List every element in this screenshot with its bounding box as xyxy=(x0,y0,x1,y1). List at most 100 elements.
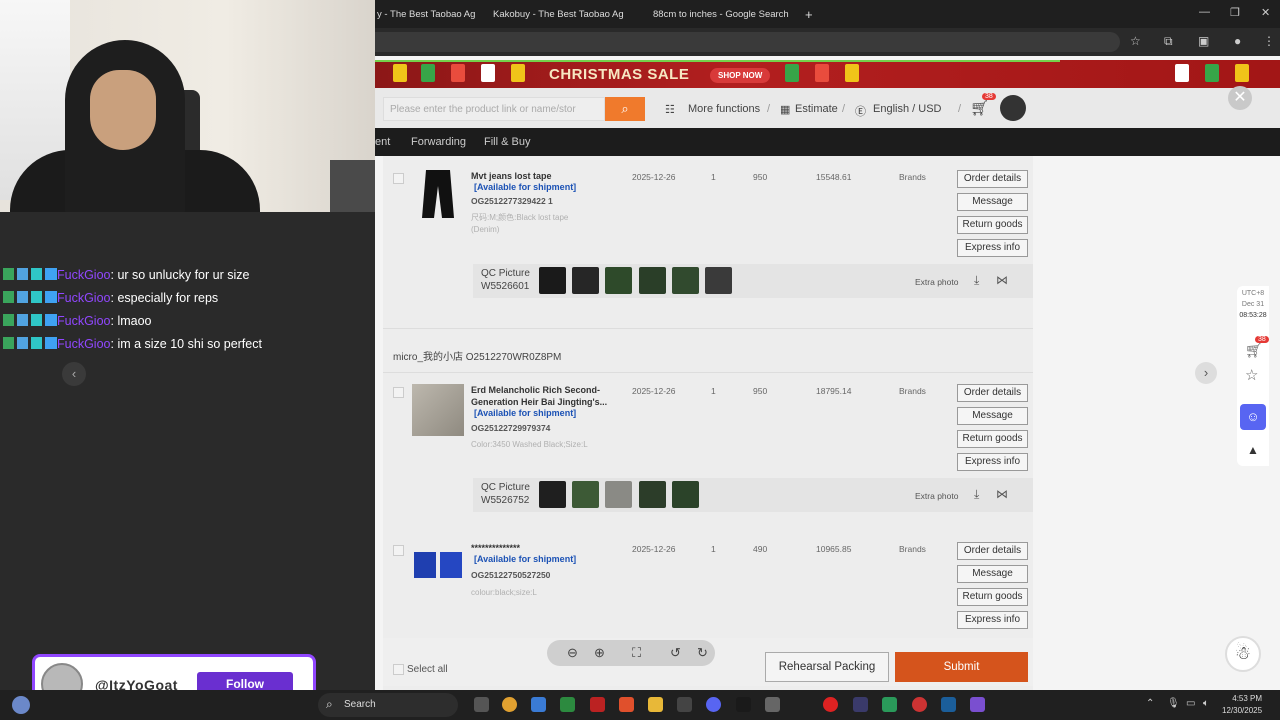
discord-icon[interactable]: ☺ xyxy=(1240,404,1266,430)
express-info-button[interactable]: Express info xyxy=(957,239,1028,257)
close-tab-icon[interactable]: ✕ xyxy=(633,8,634,21)
support-chat-santa-icon[interactable]: ☃ xyxy=(1225,636,1261,672)
taskbar-clock[interactable]: 4:53 PM 12/30/2025 xyxy=(1222,693,1262,717)
product-name[interactable]: Mvt jeans lost tape xyxy=(471,170,611,182)
network-icon[interactable]: ▭ xyxy=(1186,698,1195,709)
carousel-prev-icon[interactable]: ‹ xyxy=(62,362,86,386)
app-icon[interactable] xyxy=(970,697,985,712)
qc-photo[interactable] xyxy=(672,267,699,294)
product-name[interactable]: Erd Melancholic Rich Second-Generation H… xyxy=(471,384,611,408)
language-selector[interactable]: English / USD xyxy=(873,103,941,115)
weather-icon[interactable] xyxy=(12,696,30,714)
category-item[interactable]: ent xyxy=(375,136,390,148)
qc-photo[interactable] xyxy=(605,481,632,508)
sidepanel-icon[interactable]: ▣ xyxy=(1198,34,1209,48)
estimate-link[interactable]: Estimate xyxy=(795,103,838,115)
order-details-button[interactable]: Order details xyxy=(957,542,1028,560)
rehearsal-packing-button[interactable]: Rehearsal Packing xyxy=(765,652,889,682)
more-functions-link[interactable]: More functions xyxy=(688,103,760,115)
qc-photo[interactable] xyxy=(639,481,666,508)
share-icon[interactable]: ⋈ xyxy=(996,273,1008,287)
submit-button[interactable]: Submit xyxy=(895,652,1028,682)
return-goods-button[interactable]: Return goods xyxy=(957,216,1028,234)
app-icon[interactable] xyxy=(590,697,605,712)
qc-photo[interactable] xyxy=(672,481,699,508)
opera-icon[interactable] xyxy=(823,697,838,712)
rotate-right-icon[interactable]: ↻ xyxy=(697,645,708,661)
express-info-button[interactable]: Express info xyxy=(957,453,1028,471)
tray-chevron-icon[interactable]: ⌃ xyxy=(1146,698,1154,709)
browser-tab[interactable]: 88cm to inches - Google Search✕ xyxy=(648,4,794,24)
file-explorer-icon[interactable] xyxy=(648,697,663,712)
search-button[interactable]: ⌕ xyxy=(605,97,645,121)
download-icon[interactable]: ⤓ xyxy=(974,273,979,288)
bookmark-star-icon[interactable]: ☆ xyxy=(1130,34,1141,48)
qc-photo[interactable] xyxy=(539,267,566,294)
category-item[interactable]: Forwarding xyxy=(411,136,466,148)
steam-icon[interactable] xyxy=(941,697,956,712)
return-goods-button[interactable]: Return goods xyxy=(957,588,1028,606)
copilot-icon[interactable] xyxy=(531,697,546,712)
order-checkbox[interactable] xyxy=(393,545,404,556)
url-field[interactable] xyxy=(375,32,1120,52)
user-avatar[interactable] xyxy=(1000,95,1026,121)
browser-tab[interactable]: Kakobuy - The Best Taobao Ag✕ xyxy=(488,4,634,24)
app-icon[interactable] xyxy=(912,697,927,712)
qc-photo[interactable] xyxy=(705,267,732,294)
zoom-in-icon[interactable]: ⊕ xyxy=(594,645,605,661)
scroll-top-icon[interactable]: ▲ xyxy=(1240,438,1266,462)
microphone-icon[interactable]: 🎙︎ xyxy=(1167,698,1180,709)
task-view-icon[interactable] xyxy=(474,697,489,712)
menu-kebab-icon[interactable]: ⋮ xyxy=(1263,34,1275,48)
restore-icon[interactable]: ❐ xyxy=(1230,6,1240,19)
shop-now-button[interactable]: SHOP NOW xyxy=(710,68,771,83)
express-info-button[interactable]: Express info xyxy=(957,611,1028,629)
message-button[interactable]: Message xyxy=(957,407,1028,425)
discord-taskbar-icon[interactable] xyxy=(706,697,721,712)
xbox-icon[interactable] xyxy=(560,697,575,712)
chrome-icon[interactable] xyxy=(502,697,517,712)
sidebar-cart-icon[interactable]: 🛒︎ xyxy=(1245,342,1263,359)
category-item[interactable]: Fill & Buy xyxy=(484,136,530,148)
carousel-next-icon[interactable]: › xyxy=(1195,362,1217,384)
app-icon[interactable] xyxy=(765,697,780,712)
taskbar-search[interactable]: Search xyxy=(318,693,458,717)
qc-photo[interactable] xyxy=(572,267,599,294)
close-icon[interactable]: ✕ xyxy=(1228,86,1252,110)
favorites-star-icon[interactable]: ☆ xyxy=(1245,366,1258,384)
product-search-input[interactable]: Please enter the product link or name/st… xyxy=(383,97,605,121)
order-checkbox[interactable] xyxy=(393,387,404,398)
message-button[interactable]: Message xyxy=(957,193,1028,211)
select-all-checkbox[interactable] xyxy=(393,664,404,675)
order-details-button[interactable]: Order details xyxy=(957,170,1028,188)
fullscreen-icon[interactable]: ⛶ xyxy=(632,645,641,661)
profile-icon[interactable]: ● xyxy=(1234,34,1241,48)
christmas-banner[interactable]: CHRISTMAS SALE SHOP NOW xyxy=(375,60,1280,88)
extensions-icon[interactable]: ⧉ xyxy=(1164,34,1173,49)
order-checkbox[interactable] xyxy=(393,173,404,184)
qc-photo[interactable] xyxy=(572,481,599,508)
share-icon[interactable]: ⋈ xyxy=(996,487,1008,501)
rotate-left-icon[interactable]: ↺ xyxy=(670,645,681,661)
app-icon[interactable] xyxy=(882,697,897,712)
volume-icon[interactable]: 🔈︎ xyxy=(1203,698,1209,709)
app-icon[interactable] xyxy=(853,697,868,712)
qc-photo[interactable] xyxy=(605,267,632,294)
return-goods-button[interactable]: Return goods xyxy=(957,430,1028,448)
zoom-out-icon[interactable]: ⊖ xyxy=(567,645,578,661)
download-icon[interactable]: ⤓ xyxy=(974,487,979,502)
message-button[interactable]: Message xyxy=(957,565,1028,583)
order-details-button[interactable]: Order details xyxy=(957,384,1028,402)
app-icon[interactable] xyxy=(677,697,692,712)
new-tab-button[interactable]: + xyxy=(805,4,817,24)
terminal-icon[interactable] xyxy=(736,697,751,712)
product-name[interactable]: ************** xyxy=(471,542,611,554)
qc-photo[interactable] xyxy=(639,267,666,294)
close-window-icon[interactable]: ✕ xyxy=(1261,6,1270,19)
minimize-icon[interactable]: — xyxy=(1199,6,1210,18)
qc-photo[interactable] xyxy=(539,481,566,508)
browser-tab[interactable]: y - The Best Taobao Ag xyxy=(377,4,477,24)
brave-icon[interactable] xyxy=(619,697,634,712)
select-all-label[interactable]: Select all xyxy=(407,664,448,675)
cart-icon[interactable]: 🛒︎ xyxy=(970,99,989,117)
